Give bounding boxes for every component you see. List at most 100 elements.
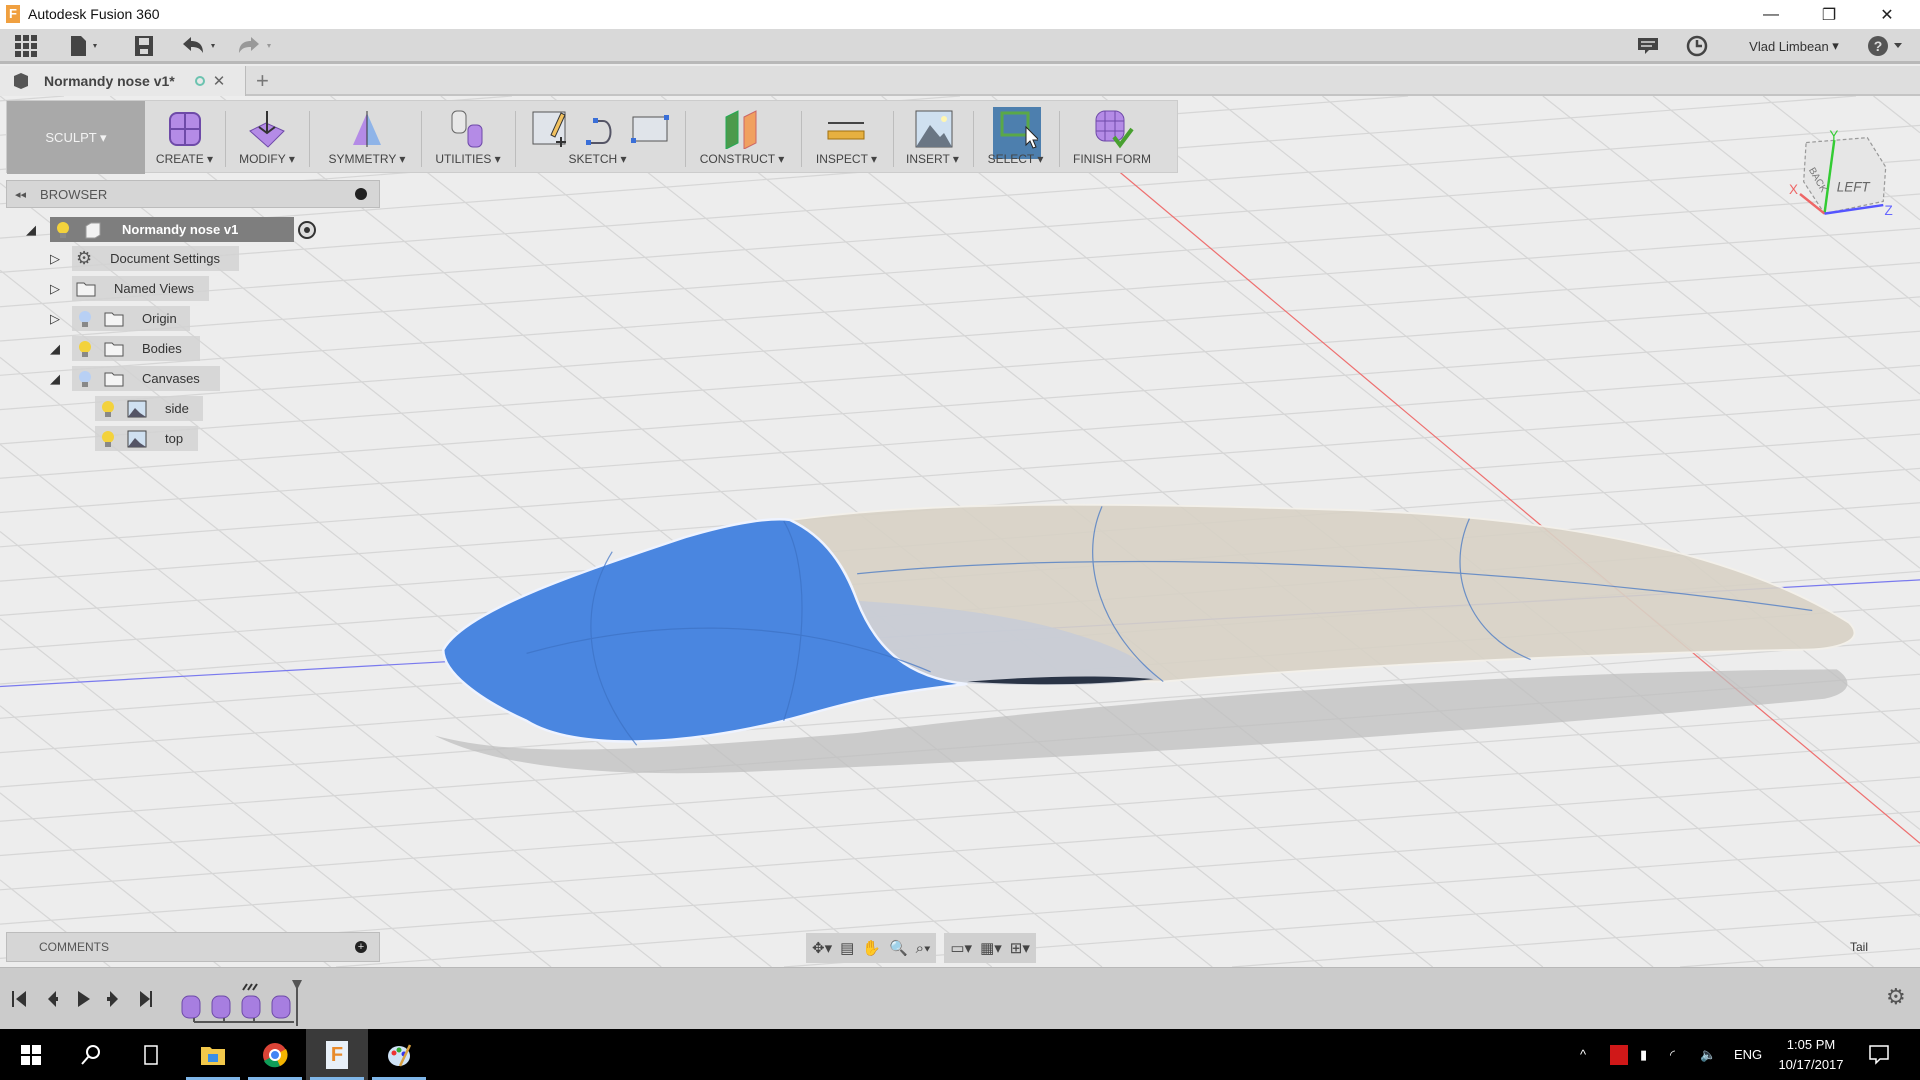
fit-window-icon[interactable]: ⌕▾ — [916, 940, 931, 957]
tree-item-origin[interactable]: ▷ Origin — [48, 306, 190, 331]
battery-icon[interactable]: ▮ — [1640, 1029, 1647, 1080]
task-view-icon[interactable] — [120, 1029, 182, 1080]
restore-button[interactable]: ❐ — [1800, 0, 1858, 29]
timeline-features[interactable] — [180, 978, 310, 1026]
clock[interactable]: 1:05 PM 10/17/2017 — [1772, 1029, 1850, 1080]
expanded-arrow-icon[interactable]: ◢ — [48, 371, 62, 386]
construct-plane-icon — [725, 110, 757, 149]
visibility-bulb-icon[interactable] — [101, 400, 115, 418]
tree-item-bodies[interactable]: ◢ Bodies — [48, 336, 200, 361]
volume-icon[interactable]: 🔈 — [1700, 1029, 1716, 1080]
comments-title: COMMENTS — [39, 940, 109, 954]
minimize-button[interactable]: — — [1742, 0, 1800, 29]
wifi-icon[interactable]: ◜ — [1670, 1029, 1675, 1080]
acrobat-tray-icon[interactable] — [1610, 1029, 1628, 1080]
tree-item-label: top — [165, 431, 184, 446]
help-icon[interactable]: ? — [1866, 33, 1906, 59]
paint-icon[interactable] — [368, 1029, 430, 1080]
inspect-menu[interactable]: INSPECT ▾ — [804, 101, 889, 174]
search-icon[interactable] — [60, 1029, 122, 1080]
tree-item-root[interactable]: ◢ Normandy nose v1 — [24, 217, 316, 242]
fusion-360-taskbar-icon[interactable]: F — [306, 1029, 368, 1080]
redo-icon[interactable] — [236, 33, 280, 59]
utilities-menu[interactable]: UTILITIES ▾ — [426, 101, 510, 174]
comments-icon[interactable] — [1636, 33, 1660, 59]
folder-icon — [104, 372, 124, 386]
add-comment-icon[interactable]: + — [355, 941, 367, 953]
activate-component-radio[interactable] — [298, 220, 316, 239]
expanded-arrow-icon[interactable]: ◢ — [48, 341, 62, 356]
comments-panel-header[interactable]: COMMENTS + — [6, 932, 380, 962]
create-label: CREATE ▾ — [155, 152, 214, 166]
timeline-settings-gear-icon[interactable]: ⚙ — [1886, 984, 1906, 1010]
insert-label: INSERT ▾ — [906, 152, 959, 166]
chrome-icon[interactable] — [244, 1029, 306, 1080]
close-tab-button[interactable]: ✕ — [213, 72, 226, 90]
file-explorer-icon[interactable] — [182, 1029, 244, 1080]
svg-text:?: ? — [1874, 38, 1883, 54]
browser-options-icon[interactable] — [355, 188, 367, 200]
collapsed-arrow-icon[interactable]: ▷ — [48, 251, 62, 266]
collapsed-arrow-icon[interactable]: ▷ — [48, 311, 62, 326]
navigation-bar: ✥▾ ▤ ✋ 🔍 ⌕▾ ▭▾ ▦▾ ⊞▾ — [806, 933, 1112, 963]
edit-form-icon — [249, 111, 285, 148]
close-button[interactable]: ✕ — [1858, 0, 1916, 29]
construct-menu[interactable]: CONSTRUCT ▾ — [687, 101, 797, 174]
named-view-label: Tail — [1850, 940, 1869, 954]
tree-item-canvas-top[interactable]: top — [95, 426, 198, 451]
look-at-icon[interactable]: ▤ — [840, 939, 854, 957]
user-menu[interactable]: Vlad Limbean ▾ — [1742, 33, 1846, 59]
undo-icon[interactable] — [180, 33, 224, 59]
viewports-icon[interactable]: ⊞▾ — [1010, 939, 1030, 957]
collapse-browser-button[interactable]: ◂◂ — [15, 188, 26, 201]
zoom-icon[interactable]: 🔍 — [889, 939, 908, 957]
construct-label: CONSTRUCT ▾ — [699, 152, 785, 166]
symmetry-menu[interactable]: SYMMETRY ▾ — [315, 101, 419, 174]
view-cube-face-left[interactable]: LEFT — [1837, 180, 1872, 195]
axis-label-y: Y — [1829, 128, 1838, 143]
insert-menu[interactable]: INSERT ▾ — [896, 101, 969, 174]
collapsed-arrow-icon[interactable]: ▷ — [48, 281, 62, 296]
job-status-clock-icon[interactable] — [1685, 33, 1709, 59]
create-menu[interactable]: CREATE ▾ — [146, 101, 223, 174]
tree-item-document-settings[interactable]: ▷ ⚙ Document Settings — [48, 246, 239, 271]
timeline: ⚙ — [0, 967, 1920, 1029]
grid-settings-icon[interactable]: ▦▾ — [980, 939, 1002, 957]
apps-grid-icon[interactable] — [14, 33, 38, 59]
file-menu-icon[interactable] — [68, 33, 104, 59]
visibility-bulb-off-icon[interactable] — [78, 370, 92, 388]
visibility-bulb-icon[interactable] — [101, 430, 115, 448]
insert-image-icon — [915, 110, 953, 148]
browser-panel-header[interactable]: ◂◂ BROWSER — [6, 180, 380, 208]
pan-hand-icon[interactable]: ✋ — [862, 939, 881, 957]
tree-item-label: Normandy nose v1 — [122, 222, 239, 237]
tree-item-canvases[interactable]: ◢ Canvases — [48, 366, 220, 391]
select-cursor-icon — [1000, 111, 1038, 149]
symmetry-icon — [353, 111, 381, 147]
modify-menu[interactable]: MODIFY ▾ — [227, 101, 307, 174]
start-button[interactable] — [0, 1029, 62, 1080]
display-settings-icon[interactable]: ▭▾ — [950, 939, 972, 957]
tab-title: Normandy nose v1* — [44, 73, 175, 89]
title-bar: F Autodesk Fusion 360 — ❐ ✕ — [0, 0, 1920, 29]
expanded-arrow-icon[interactable]: ◢ — [24, 222, 38, 237]
select-menu[interactable]: SELECT ▾ — [976, 101, 1055, 174]
visibility-bulb-off-icon[interactable] — [78, 310, 92, 328]
new-tab-button[interactable]: + — [256, 68, 269, 94]
workspace-switcher[interactable]: SCULPT ▾ — [7, 101, 145, 174]
finish-form-button[interactable]: FINISH FORM — [1062, 101, 1162, 174]
sketch-menu[interactable]: SKETCH ▾ — [517, 101, 678, 174]
timeline-playback-controls[interactable] — [10, 988, 160, 1010]
axis-label-x: X — [1789, 182, 1798, 197]
input-language[interactable]: ENG — [1734, 1029, 1762, 1080]
tree-item-named-views[interactable]: ▷ Named Views — [48, 276, 209, 301]
show-hidden-icons-button[interactable]: ^ — [1580, 1029, 1586, 1080]
document-tab[interactable]: Normandy nose v1* ✕ — [0, 66, 246, 96]
save-icon[interactable] — [132, 33, 156, 59]
tree-item-canvas-side[interactable]: side — [95, 396, 203, 421]
orbit-icon[interactable]: ✥▾ — [812, 939, 832, 957]
action-center-icon[interactable] — [1868, 1029, 1890, 1080]
utilities-icon — [451, 110, 483, 148]
visibility-bulb-icon[interactable] — [56, 221, 70, 239]
visibility-bulb-icon[interactable] — [78, 340, 92, 358]
